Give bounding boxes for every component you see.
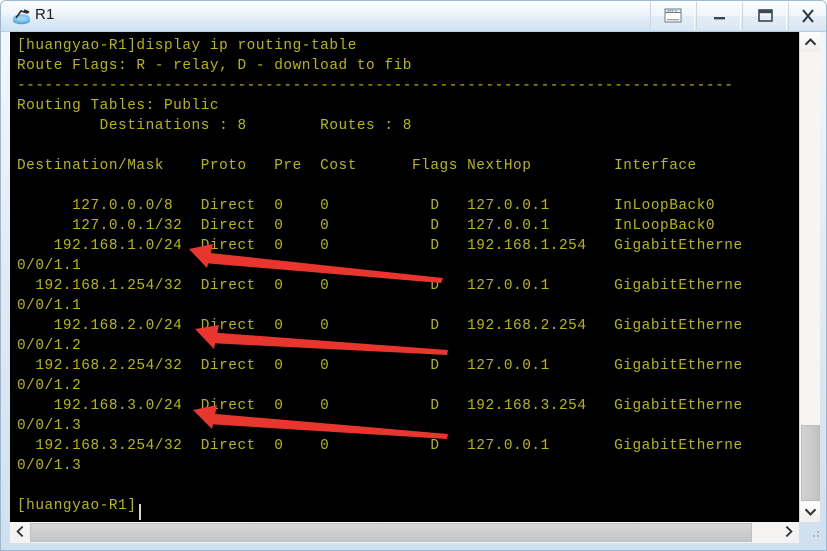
maximize-icon (743, 2, 786, 30)
maximize-button[interactable] (742, 2, 787, 30)
vertical-scrollbar[interactable] (799, 32, 820, 522)
minimize-icon (697, 2, 740, 30)
scroll-right-button[interactable] (779, 522, 799, 543)
title-bar[interactable]: R1 (1, 1, 826, 32)
text-cursor (139, 504, 141, 520)
terminal-output-area[interactable]: [huangyao-R1]display ip routing-table Ro… (10, 32, 799, 522)
chevron-right-icon (785, 524, 793, 542)
window-restore-icon (651, 2, 694, 30)
router-icon (11, 6, 32, 26)
close-icon (789, 2, 826, 30)
chevron-up-icon (804, 33, 816, 51)
chevron-down-icon (804, 503, 816, 521)
scroll-down-button[interactable] (800, 502, 820, 522)
vertical-scrollbar-thumb[interactable] (801, 425, 820, 501)
horizontal-scrollbar-thumb[interactable] (30, 523, 752, 542)
resize-grip[interactable] (807, 525, 823, 541)
scroll-left-button[interactable] (10, 522, 30, 543)
minimize-button[interactable] (696, 2, 741, 30)
restore-small-button[interactable] (650, 2, 695, 30)
chevron-left-icon (16, 524, 24, 542)
terminal-text: [huangyao-R1]display ip routing-table Ro… (17, 38, 743, 514)
close-button[interactable] (788, 2, 826, 30)
horizontal-scrollbar[interactable] (10, 522, 799, 543)
window-title: R1 (35, 6, 55, 23)
terminal-window: R1 [huangyao-R1]display ip routing-table… (0, 0, 827, 551)
scroll-up-button[interactable] (800, 32, 820, 52)
